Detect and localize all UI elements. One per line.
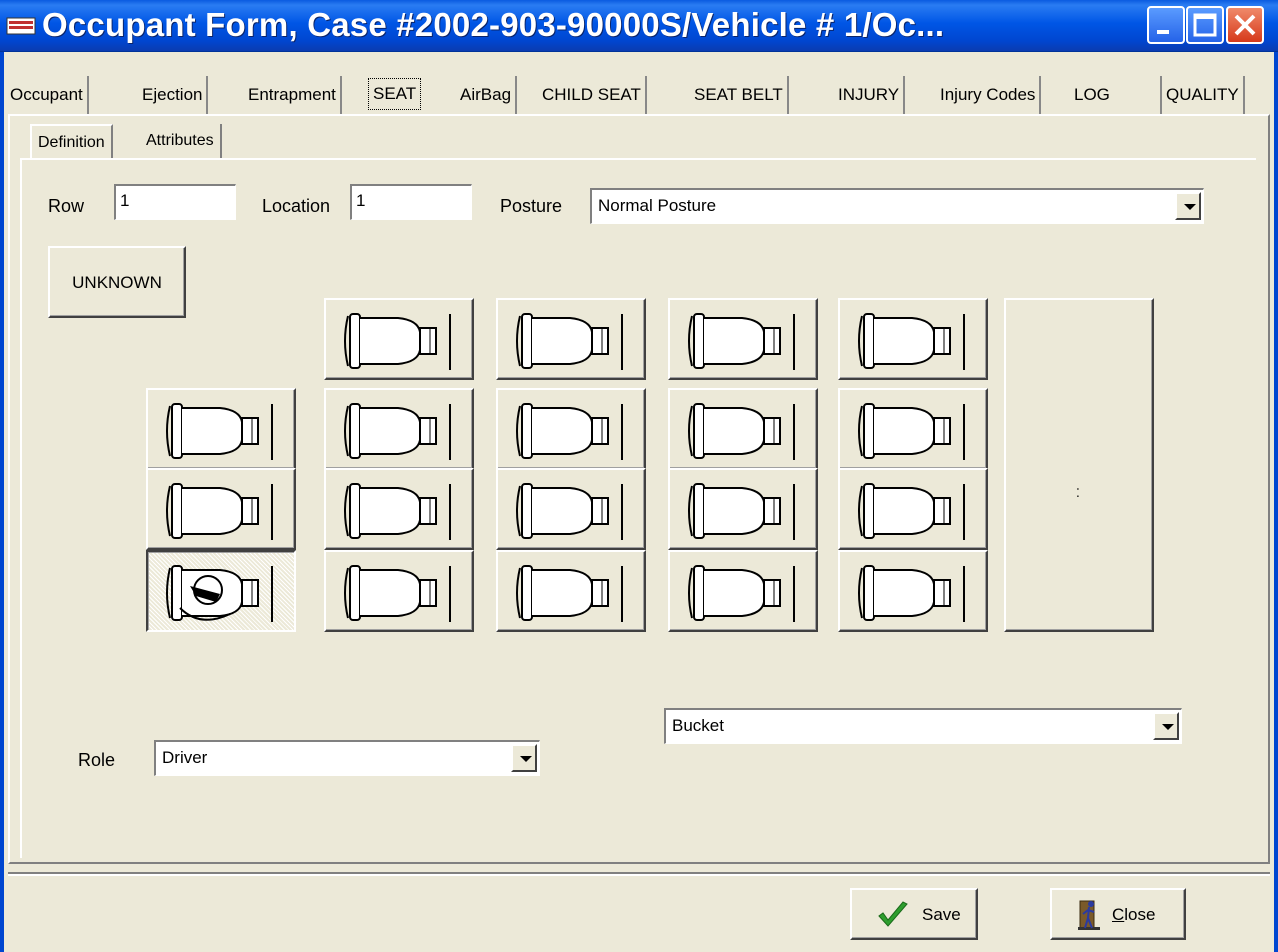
close-mnemonic: C [1112,905,1125,924]
seat-icon [858,403,965,460]
footer-divider [8,872,1270,876]
posture-value: Normal Posture [598,196,717,215]
seat-icon [688,403,795,460]
window-frame-right [1274,52,1278,952]
seat-icon [344,313,451,370]
location-field[interactable]: 1 [350,184,472,220]
unknown-seat-button[interactable]: UNKNOWN [48,246,186,318]
minimize-icon [1157,30,1169,34]
rear-area-dot-icon: ⁚ [1076,486,1080,500]
role-label: Role [78,750,116,770]
tab-injury-codes[interactable]: Injury Codes [936,76,1042,114]
seat-button[interactable] [324,298,474,380]
seat-icon [516,403,623,460]
seat-button[interactable] [838,388,988,470]
tab-seat[interactable]: SEAT [368,78,422,110]
seat-icon [858,313,965,370]
seat-icon [166,403,273,460]
tab-airbag[interactable]: AirBag [456,76,518,114]
maximize-button[interactable] [1186,6,1224,44]
tab-definition[interactable]: Definition [30,124,113,158]
save-button[interactable]: Save [850,888,978,940]
maximize-icon [1193,13,1217,37]
window-frame-left [0,52,4,952]
row-field[interactable]: 1 [114,184,236,220]
seat-button[interactable] [496,298,646,380]
seat-icon [688,313,795,370]
exit-door-icon [1078,900,1100,930]
posture-label: Posture [500,196,563,216]
close-label-rest: lose [1124,905,1156,924]
seat-button[interactable] [838,298,988,380]
minimize-button[interactable] [1147,6,1185,44]
save-label: Save [922,905,961,924]
posture-select[interactable]: Normal Posture [590,188,1204,224]
close-label: Close [1112,890,1155,940]
seat-icon [516,313,623,370]
seat-type-value: Bucket [672,716,724,735]
checkmark-icon [878,901,908,927]
seat-button[interactable] [838,550,988,632]
tab-attributes[interactable]: Attributes [140,124,222,158]
seat-button[interactable] [838,468,988,550]
row-label: Row [48,196,85,216]
seat-button-selected[interactable] [146,550,296,632]
seat-icon [166,483,273,540]
tab-child-seat[interactable]: CHILD SEAT [538,76,647,114]
seat-button[interactable] [324,550,474,632]
seat-button[interactable] [146,468,296,550]
seat-icon [858,483,965,540]
location-label: Location [262,196,331,216]
close-button[interactable]: Close [1050,888,1186,940]
tab-occupant[interactable]: Occupant [6,76,89,114]
role-select[interactable]: Driver [154,740,540,776]
rear-area-button[interactable]: ⁚ [1004,298,1154,632]
seat-button[interactable] [496,468,646,550]
tab-ejection[interactable]: Ejection [138,76,209,114]
seat-icon [516,565,623,622]
driver-seat-icon [166,565,273,622]
tab-injury[interactable]: INJURY [834,76,906,114]
seat-button[interactable] [668,298,818,380]
seat-icon [858,565,965,622]
seat-button[interactable] [324,468,474,550]
chevron-down-icon[interactable] [511,744,537,772]
seat-icon [516,483,623,540]
seat-icon [688,483,795,540]
tab-log[interactable]: LOG [1070,76,1114,114]
seat-button[interactable] [496,388,646,470]
seat-button[interactable] [668,468,818,550]
chevron-down-icon[interactable] [1153,712,1179,740]
role-value: Driver [162,748,208,767]
tab-quality[interactable]: QUALITY [1160,76,1245,114]
seat-icon [344,565,451,622]
seat-button[interactable] [146,388,296,470]
close-icon [1234,14,1256,36]
tab-entrapment[interactable]: Entrapment [244,76,342,114]
seat-button[interactable] [668,550,818,632]
seat-button[interactable] [496,550,646,632]
app-icon [6,17,36,35]
seat-icon [344,403,451,460]
window-title: Occupant Form, Case #2002-903-90000S/Veh… [42,6,945,43]
seat-button[interactable] [668,388,818,470]
seat-icon [688,565,795,622]
title-bar: Occupant Form, Case #2002-903-90000S/Veh… [0,0,1278,52]
tab-seat-belt[interactable]: SEAT BELT [690,76,789,114]
close-window-button[interactable] [1226,6,1264,44]
chevron-down-icon[interactable] [1175,192,1201,220]
seat-type-select[interactable]: Bucket [664,708,1182,744]
seat-icon [344,483,451,540]
seat-button[interactable] [324,388,474,470]
